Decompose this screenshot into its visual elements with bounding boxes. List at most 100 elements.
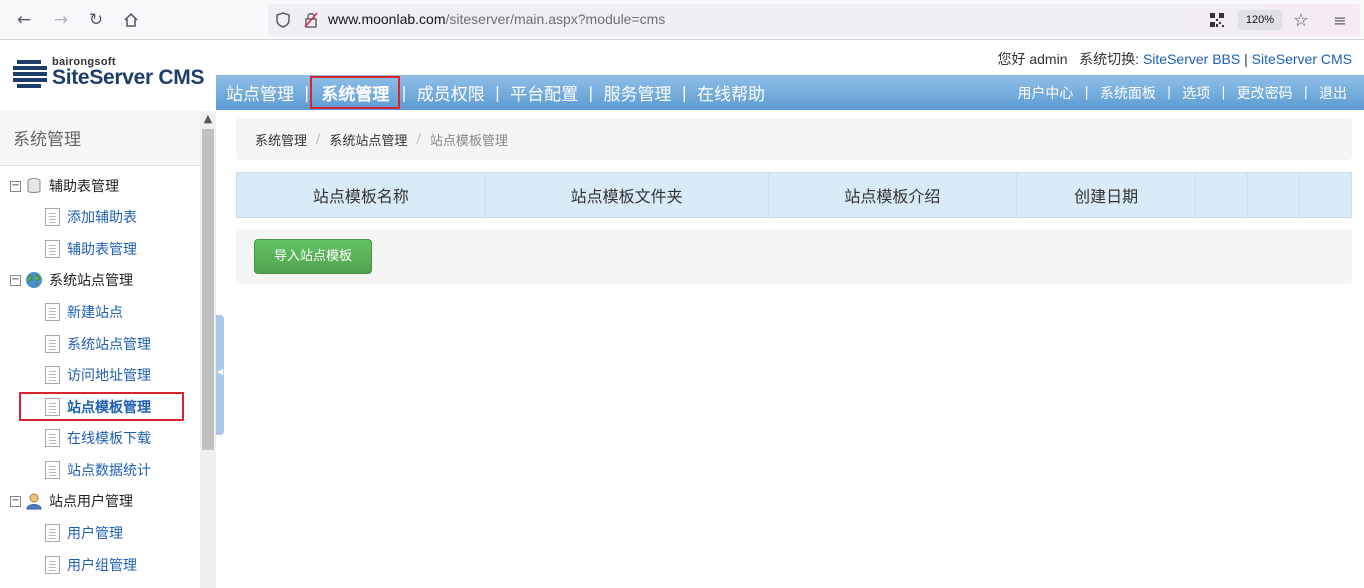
page-icon [45, 366, 60, 384]
back-icon[interactable]: ← [12, 8, 36, 32]
page-icon [45, 524, 60, 542]
logo-product: SiteServer CMS [52, 66, 205, 89]
column-header-action [1247, 172, 1300, 218]
menu-icon[interactable]: ≡ [1328, 8, 1352, 32]
globe-icon [25, 271, 43, 289]
sidebar-collapse-handle[interactable]: ◀ [216, 315, 224, 435]
menu-platform-config[interactable]: 平台配置 [500, 80, 588, 105]
template-table: 站点模板名称 站点模板文件夹 站点模板介绍 创建日期 [236, 172, 1353, 218]
reload-icon[interactable]: ↻ [84, 8, 108, 32]
menu-member-permissions[interactable]: 成员权限 [407, 80, 495, 105]
sidebar-item-label[interactable]: 站点模板管理 [67, 397, 151, 417]
breadcrumb-item-system[interactable]: 系统管理 [255, 130, 307, 149]
shield-icon[interactable] [274, 11, 292, 29]
sidebar-item-label[interactable]: 站点数据统计 [67, 460, 151, 480]
page-icon [45, 398, 60, 416]
column-header-template-description: 站点模板介绍 [767, 172, 1018, 218]
user-icon [25, 492, 43, 510]
menu-separator: | [304, 83, 310, 102]
menu-service-management[interactable]: 服务管理 [594, 80, 682, 105]
home-icon[interactable] [119, 8, 143, 32]
breadcrumb-item-system-sites[interactable]: 系统站点管理 [329, 130, 407, 149]
menu-user-center[interactable]: 用户中心 [1006, 83, 1084, 103]
page-icon [45, 335, 60, 353]
tree-group-site-users[interactable]: − 站点用户管理 [10, 489, 133, 513]
tree-group-aux-tables[interactable]: − 辅助表管理 [10, 174, 119, 198]
sidebar-item-site-template-management[interactable]: 站点模板管理 [45, 395, 151, 419]
url-path: /siteserver/main.aspx?module=cms [445, 11, 666, 27]
column-header-action [1298, 172, 1353, 218]
switch-separator: | [1240, 51, 1252, 67]
column-header-created-date: 创建日期 [1016, 172, 1197, 218]
sidebar-item-system-site-management[interactable]: 系统站点管理 [45, 332, 151, 356]
page-icon [45, 240, 60, 258]
url-host: www.moonlab.com [328, 11, 446, 27]
sidebar-scrollbar[interactable]: ▲ [200, 111, 216, 588]
sidebar-item-new-site[interactable]: 新建站点 [45, 300, 123, 324]
table-header-row: 站点模板名称 站点模板文件夹 站点模板介绍 创建日期 [236, 172, 1353, 218]
scroll-thumb[interactable] [202, 129, 214, 450]
user-bar: 您好 admin 系统切换: SiteServer BBS | SiteServ… [997, 49, 1352, 69]
browser-toolbar: ← → ↻ www.moonlab.com/siteserver/main.as… [0, 0, 1364, 40]
sidebar-title: 系统管理 [0, 111, 200, 166]
database-icon [25, 177, 43, 195]
collapse-toggle-icon[interactable]: − [10, 180, 21, 192]
import-template-button[interactable]: 导入站点模板 [254, 239, 372, 274]
sidebar-item-label[interactable]: 用户组管理 [67, 555, 137, 575]
column-header-action [1195, 172, 1249, 218]
url-text[interactable]: www.moonlab.com/siteserver/main.aspx?mod… [328, 11, 665, 27]
menu-options[interactable]: 选项 [1171, 83, 1221, 103]
page-icon [45, 461, 60, 479]
insecure-lock-icon[interactable] [302, 11, 320, 29]
tree-group-system-sites[interactable]: − 系统站点管理 [10, 268, 133, 292]
sidebar-item-online-template-download[interactable]: 在线模板下载 [45, 426, 151, 450]
sidebar-item-label[interactable]: 系统站点管理 [67, 334, 151, 354]
scroll-up-icon[interactable]: ▲ [200, 111, 216, 127]
page-icon [45, 303, 60, 321]
greeting: 您好 admin [997, 51, 1068, 67]
qr-code-icon[interactable] [1208, 11, 1226, 29]
sidebar-item-access-url-management[interactable]: 访问地址管理 [45, 363, 151, 387]
tree-group-label: 站点用户管理 [49, 494, 133, 510]
sidebar-item-label[interactable]: 添加辅助表 [67, 207, 137, 227]
menu-system-panel[interactable]: 系统面板 [1089, 83, 1167, 103]
address-bar[interactable]: www.moonlab.com/siteserver/main.aspx?mod… [268, 4, 1360, 36]
sidebar-item-user-group-management[interactable]: 用户组管理 [45, 553, 137, 577]
sidebar-item-aux-table-management[interactable]: 辅助表管理 [45, 237, 137, 261]
tree-group-label: 系统站点管理 [49, 273, 133, 289]
collapse-left-icon: ◀ [217, 367, 224, 376]
column-header-template-folder: 站点模板文件夹 [484, 172, 769, 218]
sidebar-item-label[interactable]: 访问地址管理 [67, 365, 151, 385]
forward-icon[interactable]: → [49, 8, 73, 32]
breadcrumb-separator: / [316, 131, 321, 147]
page-icon [45, 208, 60, 226]
switch-label: 系统切换: [1079, 51, 1143, 67]
bookmark-star-icon[interactable]: ☆ [1292, 10, 1310, 31]
tree-group-label: 辅助表管理 [49, 179, 119, 195]
sidebar-item-label[interactable]: 用户管理 [67, 523, 123, 543]
switch-cms-link[interactable]: SiteServer CMS [1252, 51, 1352, 67]
logo-icon [13, 60, 49, 88]
page-icon [45, 429, 60, 447]
sidebar-item-add-aux-table[interactable]: 添加辅助表 [45, 205, 137, 229]
menu-change-password[interactable]: 更改密码 [1226, 83, 1304, 103]
collapse-toggle-icon[interactable]: − [10, 495, 21, 507]
sidebar-item-label[interactable]: 在线模板下载 [67, 428, 151, 448]
menu-system-management[interactable]: 系统管理 [310, 76, 401, 109]
page-icon [45, 556, 60, 574]
menu-logout[interactable]: 退出 [1308, 83, 1358, 103]
menu-site-management[interactable]: 站点管理 [216, 80, 304, 105]
breadcrumb-separator: / [416, 131, 421, 147]
sidebar-item-site-data-stats[interactable]: 站点数据统计 [45, 458, 151, 482]
menu-online-help[interactable]: 在线帮助 [687, 80, 775, 105]
action-bar: 导入站点模板 [236, 229, 1352, 284]
zoom-level[interactable]: 120% [1238, 10, 1282, 30]
main-menu-bar: 站点管理 | 系统管理 | 成员权限 | 平台配置 | 服务管理 | 在线帮助 … [216, 75, 1364, 110]
collapse-toggle-icon[interactable]: − [10, 274, 21, 286]
column-header-template-name: 站点模板名称 [236, 172, 486, 218]
sidebar-item-label[interactable]: 辅助表管理 [67, 239, 137, 259]
breadcrumb-item-current: 站点模板管理 [429, 133, 508, 149]
switch-bbs-link[interactable]: SiteServer BBS [1143, 51, 1240, 67]
sidebar-item-user-management[interactable]: 用户管理 [45, 521, 123, 545]
sidebar-item-label[interactable]: 新建站点 [67, 302, 123, 322]
